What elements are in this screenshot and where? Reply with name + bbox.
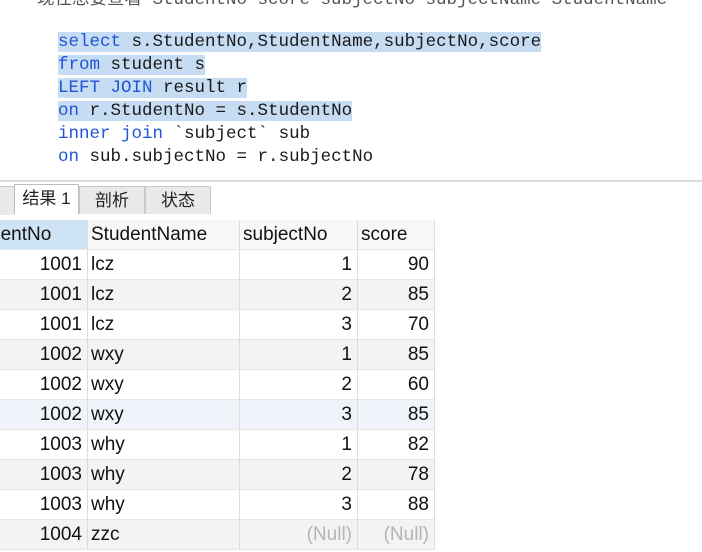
cell-score[interactable]: 88 <box>358 490 435 520</box>
tab-overflow-edge <box>0 186 14 215</box>
sql-keyword: on <box>58 147 80 167</box>
sql-line-4: on r.StudentNo = s.StudentNo <box>16 77 353 121</box>
cell-score[interactable]: 85 <box>358 400 435 430</box>
column-header-studentno[interactable]: dentNo <box>0 220 88 250</box>
table-row[interactable]: 1004 zzc (Null) (Null) <box>0 520 436 550</box>
column-header-score[interactable]: score <box>358 220 435 250</box>
table-row[interactable]: 1001 lcz 3 70 <box>0 310 436 340</box>
cell-subjectno[interactable]: 1 <box>240 340 358 370</box>
result-grid[interactable]: dentNo StudentName subjectNo score 1001 … <box>0 220 436 550</box>
cell-score-null[interactable]: (Null) <box>358 520 435 550</box>
cell-studentno[interactable]: 1003 <box>0 430 88 460</box>
result-tabbar: 结果 1 剖析 状态 <box>0 182 702 215</box>
cell-studentname[interactable]: lcz <box>88 250 240 280</box>
cell-studentno[interactable]: 1001 <box>0 310 88 340</box>
cell-studentno[interactable]: 1002 <box>0 340 88 370</box>
tab-status[interactable]: 状态 <box>145 186 211 214</box>
cell-studentno[interactable]: 1001 <box>0 250 88 280</box>
cell-studentno[interactable]: 1003 <box>0 490 88 520</box>
cell-score[interactable]: 78 <box>358 460 435 490</box>
sql-line-2: from student s <box>16 31 206 75</box>
cell-score[interactable]: 85 <box>358 280 435 310</box>
cell-studentname[interactable]: wxy <box>88 400 240 430</box>
cell-score[interactable]: 85 <box>358 340 435 370</box>
sql-line-3: LEFT JOIN result r <box>16 54 248 98</box>
cell-subjectno[interactable]: 3 <box>240 310 358 340</box>
cell-studentname[interactable]: why <box>88 490 240 520</box>
table-row[interactable]: 1002 wxy 1 85 <box>0 340 436 370</box>
cell-subjectno[interactable]: 1 <box>240 250 358 280</box>
cell-score[interactable]: 70 <box>358 310 435 340</box>
cell-studentno[interactable]: 1002 <box>0 370 88 400</box>
cell-subjectno[interactable]: 2 <box>240 280 358 310</box>
cell-studentname[interactable]: wxy <box>88 370 240 400</box>
cell-studentname[interactable]: why <box>88 460 240 490</box>
cell-studentno[interactable]: 1001 <box>0 280 88 310</box>
table-row[interactable]: 1002 wxy 3 85 <box>0 400 436 430</box>
table-row[interactable]: 1002 wxy 2 60 <box>0 370 436 400</box>
table-row[interactable]: 1001 lcz 2 85 <box>0 280 436 310</box>
sql-line-6: on sub.subjectNo = r.subjectNo <box>16 123 373 167</box>
cell-studentname[interactable]: wxy <box>88 340 240 370</box>
sql-line-5: inner join `subject` sub <box>16 100 310 144</box>
table-row[interactable]: 1001 lcz 1 90 <box>0 250 436 280</box>
cell-subjectno[interactable]: 3 <box>240 490 358 520</box>
cell-studentname[interactable]: lcz <box>88 310 240 340</box>
column-header-studentname[interactable]: StudentName <box>88 220 240 250</box>
tab-result-1[interactable]: 结果 1 <box>14 184 79 214</box>
table-row[interactable]: 1003 why 2 78 <box>0 460 436 490</box>
cell-studentno[interactable]: 1003 <box>0 460 88 490</box>
cell-studentname[interactable]: zzc <box>88 520 240 550</box>
sql-line-1: select s.StudentNo,StudentName,subjectNo… <box>16 8 542 52</box>
grid-header: dentNo StudentName subjectNo score <box>0 220 436 250</box>
cell-subjectno[interactable]: 2 <box>240 460 358 490</box>
cell-studentname[interactable]: why <box>88 430 240 460</box>
cell-subjectno[interactable]: 1 <box>240 430 358 460</box>
sql-text: sub.subjectNo = r.subjectNo <box>79 147 374 167</box>
cell-studentname[interactable]: lcz <box>88 280 240 310</box>
cell-score[interactable]: 60 <box>358 370 435 400</box>
cell-subjectno-null[interactable]: (Null) <box>240 520 358 550</box>
cell-subjectno[interactable]: 2 <box>240 370 358 400</box>
table-row[interactable]: 1003 why 3 88 <box>0 490 436 520</box>
column-header-subjectno[interactable]: subjectNo <box>240 220 358 250</box>
cell-score[interactable]: 82 <box>358 430 435 460</box>
cell-studentno[interactable]: 1002 <box>0 400 88 430</box>
tab-profile[interactable]: 剖析 <box>79 186 145 214</box>
cell-score[interactable]: 90 <box>358 250 435 280</box>
cell-studentno[interactable]: 1004 <box>0 520 88 550</box>
cell-subjectno[interactable]: 3 <box>240 400 358 430</box>
sql-editor[interactable]: 现在想要查看 StudentNo score subjectNo subject… <box>0 0 702 180</box>
table-row[interactable]: 1003 why 1 82 <box>0 430 436 460</box>
